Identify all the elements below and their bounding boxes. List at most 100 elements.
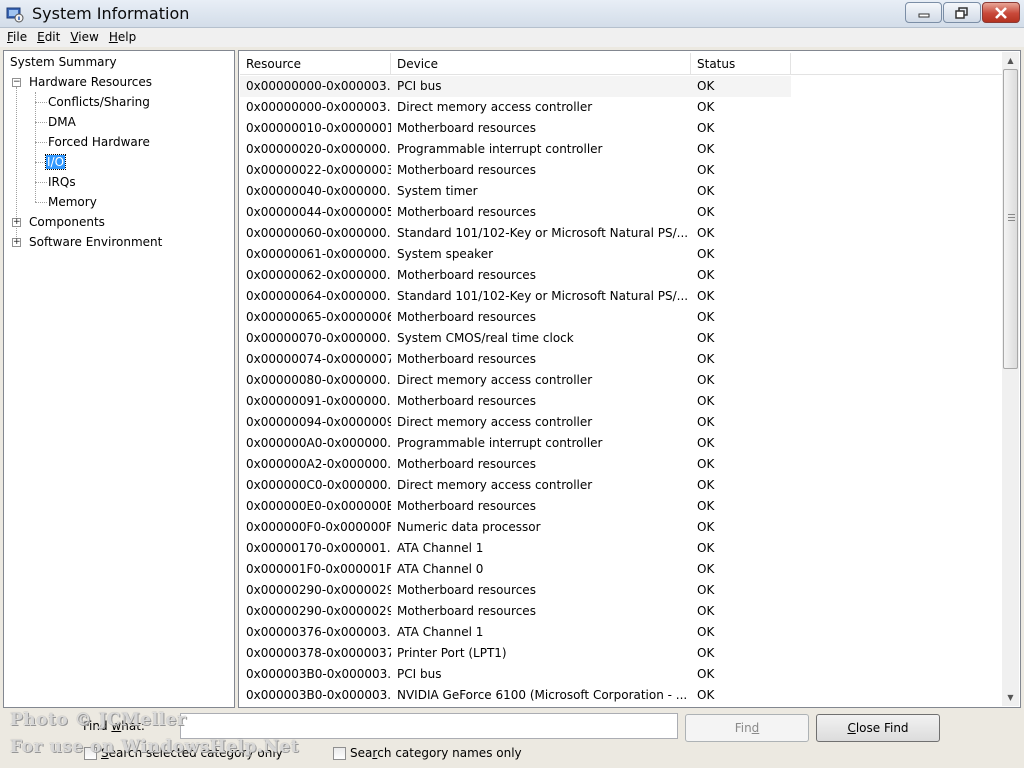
- scroll-down-arrow-icon[interactable]: ▼: [1002, 689, 1019, 706]
- cell-resource: 0x000000C0-0x000000...: [246, 478, 391, 492]
- tree-line: [35, 182, 47, 183]
- cell-resource: 0x00000170-0x000001...: [246, 541, 391, 555]
- table-row[interactable]: 0x00000290-0x0000029F Motherboard resourc…: [240, 580, 1004, 601]
- table-row[interactable]: 0x00000376-0x000003... ATA Channel 1 OK: [240, 622, 1004, 643]
- table-row[interactable]: 0x00000060-0x000000... Standard 101/102-K…: [240, 223, 1004, 244]
- table-row[interactable]: 0x00000070-0x000000... System CMOS/real t…: [240, 328, 1004, 349]
- cell-status: OK: [697, 205, 715, 219]
- cell-resource: 0x000000F0-0x000000FF: [246, 520, 391, 534]
- table-row[interactable]: 0x00000061-0x000000... System speaker OK: [240, 244, 1004, 265]
- table-row[interactable]: 0x00000000-0x000003... Direct memory acce…: [240, 97, 1004, 118]
- expand-icon[interactable]: +: [12, 218, 21, 227]
- table-row[interactable]: 0x00000290-0x0000029F Motherboard resourc…: [240, 601, 1004, 622]
- system-information-app-icon: [6, 7, 24, 23]
- column-header-device[interactable]: Device: [391, 53, 691, 75]
- cell-device: Direct memory access controller: [397, 415, 593, 429]
- table-row[interactable]: 0x00000044-0x0000005F Motherboard resourc…: [240, 202, 1004, 223]
- collapse-icon[interactable]: −: [12, 78, 21, 87]
- tree-item-io[interactable]: I/O: [44, 153, 67, 171]
- tree-item-software-environment[interactable]: Software Environment: [29, 233, 162, 251]
- menu-file[interactable]: File: [2, 29, 32, 46]
- scroll-up-arrow-icon[interactable]: ▲: [1002, 52, 1019, 69]
- checkbox-box[interactable]: [333, 746, 346, 760]
- table-row[interactable]: 0x000000F0-0x000000FF Numeric data proces…: [240, 517, 1004, 538]
- cell-device: NVIDIA GeForce 6100 (Microsoft Corporati…: [397, 688, 688, 702]
- tree-item-components[interactable]: Components: [29, 213, 105, 231]
- table-row[interactable]: 0x000001F0-0x000001F7 ATA Channel 0 OK: [240, 559, 1004, 580]
- cell-resource: 0x00000080-0x000000...: [246, 373, 391, 387]
- cell-status: OK: [697, 541, 715, 555]
- find-button[interactable]: Fin d: [685, 714, 809, 742]
- table-row[interactable]: 0x00000074-0x0000007F Motherboard resourc…: [240, 349, 1004, 370]
- vertical-scrollbar[interactable]: ▲ ▼: [1002, 52, 1019, 706]
- table-row[interactable]: 0x00000170-0x000001... ATA Channel 1 OK: [240, 538, 1004, 559]
- menu-view[interactable]: View: [65, 29, 103, 46]
- cell-device: Programmable interrupt controller: [397, 436, 603, 450]
- table-row[interactable]: 0x00000000-0x000003... PCI bus OK: [240, 76, 791, 97]
- table-row[interactable]: 0x00000022-0x0000003F Motherboard resourc…: [240, 160, 1004, 181]
- cell-status: OK: [697, 436, 715, 450]
- table-row[interactable]: 0x00000378-0x0000037F Printer Port (LPT1)…: [240, 643, 1004, 664]
- column-header-status[interactable]: Status: [691, 53, 791, 75]
- tree-item-hardware-resources[interactable]: Hardware Resources: [29, 73, 152, 91]
- menu-edit[interactable]: Edit: [32, 29, 65, 46]
- menu-help[interactable]: Help: [104, 29, 141, 46]
- minimize-button[interactable]: [905, 2, 942, 23]
- table-row[interactable]: 0x00000010-0x0000001F Motherboard resourc…: [240, 118, 1004, 139]
- tree-item-dma[interactable]: DMA: [48, 113, 76, 131]
- table-row[interactable]: 0x00000094-0x0000009F Direct memory acces…: [240, 412, 1004, 433]
- table-row[interactable]: 0x000003B0-0x000003... PCI bus OK: [240, 664, 1004, 685]
- table-row[interactable]: 0x000000A0-0x000000... Programmable inter…: [240, 433, 1004, 454]
- cell-resource: 0x000003B0-0x000003...: [246, 688, 391, 702]
- cell-device: ATA Channel 1: [397, 541, 484, 555]
- cell-device: PCI bus: [397, 667, 442, 681]
- cell-device: ATA Channel 0: [397, 562, 484, 576]
- close-find-button[interactable]: Close Find: [816, 714, 940, 742]
- cell-device: Motherboard resources: [397, 394, 536, 408]
- table-row[interactable]: 0x00000065-0x0000006F Motherboard resourc…: [240, 307, 1004, 328]
- table-row[interactable]: 0x00000040-0x000000... System timer OK: [240, 181, 1004, 202]
- watermark-line-1: Photo © JCMeller: [10, 710, 187, 730]
- table-row[interactable]: 0x00000080-0x000000... Direct memory acce…: [240, 370, 1004, 391]
- cell-status: OK: [697, 625, 715, 639]
- tree-item-irqs[interactable]: IRQs: [48, 173, 76, 191]
- table-row[interactable]: 0x00000064-0x000000... Standard 101/102-K…: [240, 286, 1004, 307]
- table-row[interactable]: 0x00000062-0x000000... Motherboard resour…: [240, 265, 1004, 286]
- details-list[interactable]: Resource Device Status 0x00000000-0x0000…: [238, 50, 1021, 708]
- table-row[interactable]: 0x000000A2-0x000000... Motherboard resour…: [240, 454, 1004, 475]
- expand-icon[interactable]: +: [12, 238, 21, 247]
- tree-item-system-summary[interactable]: System Summary: [10, 53, 117, 71]
- list-body: 0x00000000-0x000003... PCI bus OK 0x0000000…: [240, 76, 1004, 706]
- cell-status: OK: [697, 163, 715, 177]
- scroll-thumb[interactable]: [1003, 69, 1018, 369]
- cell-device: System CMOS/real time clock: [397, 331, 574, 345]
- column-header-resource[interactable]: Resource: [240, 53, 391, 75]
- table-row[interactable]: 0x00000091-0x000000... Motherboard resour…: [240, 391, 1004, 412]
- table-row[interactable]: 0x00000020-0x000000... Programmable inter…: [240, 139, 1004, 160]
- category-tree[interactable]: System Summary − Hardware Resources Conf…: [3, 50, 235, 708]
- cell-status: OK: [697, 394, 715, 408]
- cell-resource: 0x00000022-0x0000003F: [246, 163, 391, 177]
- tree-item-conflicts-sharing[interactable]: Conflicts/Sharing: [48, 93, 150, 111]
- tree-item-memory[interactable]: Memory: [48, 193, 97, 211]
- cell-status: OK: [697, 289, 715, 303]
- cell-device: Motherboard resources: [397, 499, 536, 513]
- table-row[interactable]: 0x000000C0-0x000000... Direct memory acce…: [240, 475, 1004, 496]
- cell-resource: 0x000000E0-0x000000EF: [246, 499, 391, 513]
- cell-status: OK: [697, 100, 715, 114]
- cell-device: Numeric data processor: [397, 520, 541, 534]
- table-row[interactable]: 0x000000E0-0x000000EF Motherboard resourc…: [240, 496, 1004, 517]
- title-bar: System Information: [0, 0, 1024, 28]
- table-row[interactable]: 0x000003B0-0x000003... NVIDIA GeForce 610…: [240, 685, 1004, 706]
- cell-device: Direct memory access controller: [397, 100, 593, 114]
- find-what-input[interactable]: [180, 713, 678, 739]
- restore-button[interactable]: [943, 2, 981, 23]
- search-category-names-checkbox[interactable]: Sea r ch category names only: [333, 746, 522, 760]
- cell-device: Motherboard resources: [397, 583, 536, 597]
- cell-resource: 0x00000010-0x0000001F: [246, 121, 391, 135]
- cell-resource: 0x00000070-0x000000...: [246, 331, 391, 345]
- close-button[interactable]: [982, 2, 1020, 23]
- close-icon: [995, 6, 1007, 19]
- tree-item-forced-hardware[interactable]: Forced Hardware: [48, 133, 150, 151]
- cell-device: Motherboard resources: [397, 352, 536, 366]
